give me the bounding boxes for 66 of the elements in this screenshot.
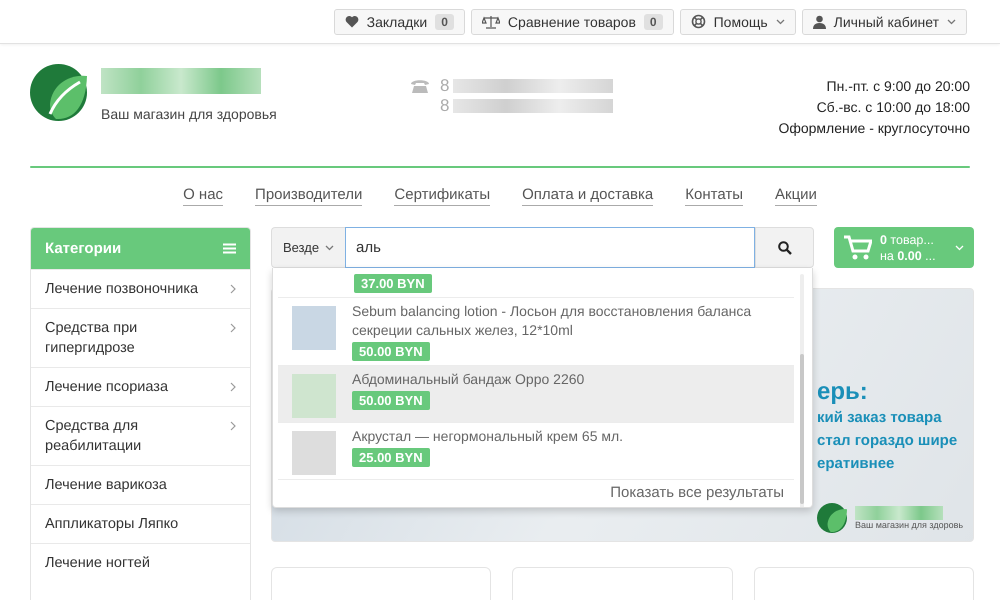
- photo-placeholder: [292, 431, 336, 475]
- nav-link[interactable]: Производители: [255, 186, 362, 206]
- category-item[interactable]: Лечение позвоночника: [31, 269, 250, 308]
- price-badge: 25.00 BYN: [352, 448, 430, 467]
- phone-number: 8: [440, 76, 450, 96]
- count-badge: 0: [644, 14, 663, 30]
- search-icon: [778, 240, 792, 254]
- category-item[interactable]: Лечение псориаза: [31, 367, 250, 406]
- banner-text: стал гораздо шире: [817, 431, 958, 451]
- banner-heading: ерь:: [817, 378, 868, 406]
- chevron-icon: [230, 421, 236, 431]
- lifebuoy-icon: [690, 14, 706, 29]
- scrollbar-thumb[interactable]: [800, 354, 804, 504]
- product-title: Абдоминальный бандаж Oppo 2260: [352, 370, 584, 389]
- nav-link[interactable]: О нас: [183, 186, 224, 206]
- category-item[interactable]: Аппликаторы Ляпко: [31, 504, 250, 543]
- heart-icon: [344, 15, 359, 28]
- toolbar-button[interactable]: Личный кабинет: [802, 8, 967, 34]
- category-item[interactable]: Средства для реабилитации: [31, 406, 250, 465]
- caret-icon: [325, 244, 334, 250]
- nav-link[interactable]: Контаты: [685, 186, 743, 206]
- nav-link[interactable]: Оплата и доставка: [522, 186, 654, 206]
- photo-placeholder: [292, 374, 336, 418]
- category-item[interactable]: Лечение варикоза: [31, 465, 250, 504]
- chevron-icon: [230, 382, 236, 392]
- show-all-link[interactable]: Показать все результаты: [278, 480, 794, 507]
- search-field[interactable]: аль: [345, 227, 755, 268]
- hours-text: Сб.-вс. с 10:00 до 18:00: [816, 98, 970, 117]
- search-result[interactable]: Абдоминальный бандаж Oppo 2260 50.00 BYN: [278, 366, 794, 423]
- nav-link[interactable]: Акции: [775, 186, 817, 206]
- leaf-logo-icon: [817, 503, 847, 533]
- count-badge: 0: [435, 14, 454, 30]
- hours-text: Пн.-пт. с 9:00 до 20:00: [826, 77, 970, 96]
- phone-number: 8: [440, 96, 450, 116]
- toolbar-button[interactable]: Помощь: [680, 8, 796, 34]
- user-icon: [812, 14, 826, 28]
- toolbar-button[interactable]: Закладки 0: [334, 8, 465, 34]
- cart-icon: [844, 234, 872, 260]
- price-badge: 37.00 BYN: [354, 274, 432, 293]
- chevron-icon: [230, 284, 236, 294]
- scope-dropdown[interactable]: Везде: [271, 227, 345, 268]
- leaf-logo-icon: [30, 64, 87, 121]
- category-item[interactable]: Лечение ногтей: [31, 543, 250, 582]
- caret-icon: [776, 18, 785, 24]
- product-title: Акрустал — негормональный крем 65 мл.: [352, 427, 624, 446]
- menu-icon: [223, 243, 236, 254]
- nav-link[interactable]: Сертификаты: [394, 186, 490, 206]
- chevron-icon: [230, 323, 236, 333]
- banner-tagline: Ваш магазин для здоровь: [855, 520, 964, 530]
- banner-text: еративнее: [817, 454, 894, 474]
- categories-title: Категории: [45, 240, 122, 257]
- search-result[interactable]: Акрустал — негормональный крем 65 мл. 25.00 BYN: [278, 423, 794, 480]
- price-badge: 50.00 BYN: [352, 391, 430, 410]
- caret-icon: [947, 18, 956, 24]
- price-badge: 50.00 BYN: [352, 342, 430, 361]
- hours-text: Оформление - круглосуточно: [778, 119, 970, 138]
- photo-placeholder: [292, 306, 336, 350]
- tagline: Ваш магазин для здоровья: [101, 106, 277, 122]
- phone-icon: [410, 78, 430, 94]
- banner-text: кий заказ товара: [817, 408, 942, 428]
- caret-icon: [955, 244, 964, 250]
- product-title: Sebum balancing lotion - Лосьон для восстановления баланса секреции сальных желез, 12*10ml: [352, 302, 752, 340]
- toolbar-button[interactable]: Сравнение товаров 0: [470, 8, 674, 34]
- search-button[interactable]: [755, 227, 814, 268]
- scales-icon: [482, 14, 500, 28]
- category-item[interactable]: Средства при гипергидрозе: [31, 308, 250, 367]
